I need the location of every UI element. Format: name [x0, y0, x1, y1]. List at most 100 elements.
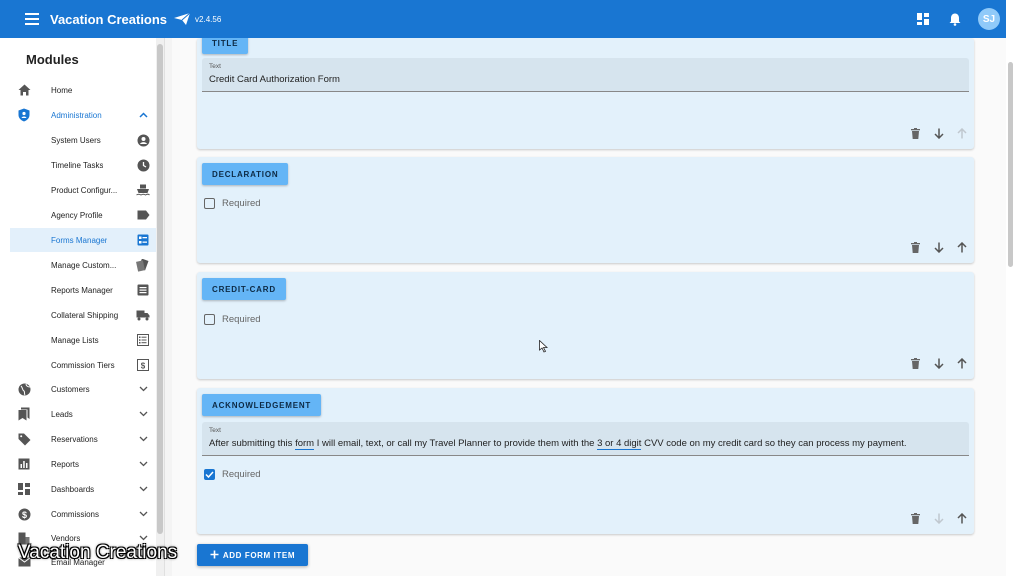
sidebar-item-label: System Users [51, 135, 101, 145]
cards-icon [136, 258, 150, 272]
sidebar-item-leads[interactable]: Leads [10, 402, 156, 426]
sidebar-item-agency-profile[interactable]: Agency Profile [10, 203, 156, 227]
list-alt-icon [136, 283, 150, 297]
delete-icon[interactable] [909, 512, 922, 525]
sidebar-item-label: Manage Lists [51, 335, 99, 345]
sidebar-item-collateral-shipping[interactable]: Collateral Shipping [10, 303, 156, 327]
delete-icon[interactable] [909, 357, 922, 370]
sidebar-item-timeline-tasks[interactable]: Timeline Tasks [10, 153, 156, 177]
plus-icon [210, 550, 219, 561]
spellcheck-underline: 3 or 4 digit [597, 438, 642, 450]
move-up-arrow-icon[interactable] [955, 512, 968, 525]
sidebar-item-label: Forms Manager [51, 235, 108, 245]
required-checkbox-row[interactable]: Required [204, 198, 261, 209]
sidebar-item-administration[interactable]: Administration [10, 103, 156, 127]
item-actions [909, 127, 968, 140]
sidebar-item-manage-lists[interactable]: Manage Lists [10, 328, 156, 352]
required-label: Required [222, 469, 261, 480]
sidebar-item-commissions[interactable]: $ Commissions [10, 502, 156, 526]
item-actions [909, 241, 968, 254]
home-icon [16, 82, 32, 98]
form-editor: TITLE Text Credit Card Authorization For… [172, 32, 1006, 576]
left-edge [0, 38, 10, 576]
sidebar-item-label: Administration [51, 110, 102, 120]
form-icon [136, 233, 150, 247]
sidebar-item-label: Leads [51, 409, 73, 419]
acknowledgement-text-field[interactable]: Text After submitting this form I will e… [202, 422, 969, 456]
move-up-arrow-icon[interactable] [955, 241, 968, 254]
text-field-label: Text [209, 427, 221, 434]
form-item-type-chip: ACKNOWLEDGEMENT [202, 394, 322, 416]
title-text-field[interactable]: Text Credit Card Authorization Form [202, 58, 969, 92]
sidebar-item-reports-manager[interactable]: Reports Manager [10, 278, 156, 302]
sidebar-item-product-configurator[interactable]: Product Configur... [10, 178, 156, 202]
add-form-item-button[interactable]: ADD FORM ITEM [197, 544, 308, 566]
sidebar-item-forms-manager[interactable]: Forms Manager [10, 228, 156, 252]
move-down-arrow-icon[interactable] [932, 357, 945, 370]
svg-text:$: $ [141, 361, 146, 370]
sidebar-item-dashboards[interactable]: Dashboards [10, 477, 156, 501]
sidebar-item-label: Customers [51, 384, 90, 394]
move-up-arrow-icon[interactable] [955, 127, 968, 140]
form-item-card-title: TITLE Text Credit Card Authorization For… [197, 32, 974, 149]
top-app-bar: Vacation Creations v2.4.56 SJ [0, 0, 1006, 38]
sidebar-scrollbar-thumb[interactable] [157, 44, 163, 534]
dollar-box-icon: $ [136, 358, 150, 372]
required-checkbox[interactable] [204, 469, 215, 480]
shield-icon [16, 107, 32, 123]
chevron-down-icon [136, 507, 150, 521]
required-label: Required [222, 314, 261, 325]
required-checkbox[interactable] [204, 314, 215, 325]
move-down-arrow-icon[interactable] [932, 512, 945, 525]
app-title[interactable]: Vacation Creations [50, 12, 167, 27]
label-tag-icon [136, 208, 150, 222]
sidebar-item-reservations[interactable]: Reservations [10, 427, 156, 451]
text-field-value: After submitting this form I will email,… [209, 438, 907, 450]
sidebar-item-customers[interactable]: Customers [10, 377, 156, 401]
mouse-cursor-icon [539, 339, 549, 358]
page-scrollbar-thumb[interactable] [1008, 62, 1013, 267]
sidebar-item-label: Agency Profile [51, 210, 103, 220]
form-item-type-chip: DECLARATION [202, 163, 289, 185]
add-form-item-label: ADD FORM ITEM [222, 550, 296, 560]
dashboard-icon [16, 481, 32, 497]
sidebar-item-label: Collateral Shipping [51, 310, 119, 320]
sidebar-item-reports[interactable]: Reports [10, 452, 156, 476]
dashboard-icon[interactable] [914, 10, 932, 28]
hamburger-menu-icon[interactable] [20, 7, 44, 31]
move-down-arrow-icon[interactable] [932, 241, 945, 254]
sidebar-item-commission-tiers[interactable]: Commission Tiers $ [10, 353, 156, 377]
sidebar-item-label: Commissions [51, 509, 100, 519]
sidebar-item-label: Product Configur... [51, 185, 118, 195]
user-avatar[interactable]: SJ [978, 8, 1000, 30]
video-watermark: Vacation Creations [18, 542, 178, 563]
sidebar-item-label: Home [51, 85, 73, 95]
dollar-circle-icon: $ [16, 506, 32, 522]
move-up-arrow-icon[interactable] [955, 357, 968, 370]
move-down-arrow-icon[interactable] [932, 127, 945, 140]
chevron-down-icon [136, 457, 150, 471]
required-checkbox[interactable] [204, 198, 215, 209]
text-field-label: Text [209, 63, 221, 70]
delete-icon[interactable] [909, 241, 922, 254]
form-item-card-acknowledgement: ACKNOWLEDGEMENT Text After submitting th… [197, 388, 974, 534]
sidebar-item-home[interactable]: Home [10, 78, 156, 102]
spellcheck-underline: form [295, 438, 315, 450]
sidebar-item-label: Reports [51, 459, 80, 469]
form-item-card-credit-card: CREDIT-CARD Required [197, 272, 974, 379]
required-label: Required [222, 198, 261, 209]
svg-text:$: $ [21, 510, 26, 520]
notifications-bell-icon[interactable] [946, 10, 964, 28]
sidebar-item-label: Reports Manager [51, 285, 113, 295]
required-checkbox-row[interactable]: Required [204, 469, 261, 480]
required-checkbox-row[interactable]: Required [204, 314, 261, 325]
form-item-type-chip: CREDIT-CARD [202, 278, 286, 300]
globe-icon [16, 381, 32, 397]
tag-icon [16, 431, 32, 447]
checklist-icon [136, 333, 150, 347]
form-item-card-declaration: DECLARATION Required [197, 157, 974, 263]
delete-icon[interactable] [909, 127, 922, 140]
sidebar-item-manage-customers[interactable]: Manage Custom... [10, 253, 156, 277]
sidebar-item-system-users[interactable]: System Users [10, 128, 156, 152]
airplane-logo-icon [173, 12, 191, 26]
